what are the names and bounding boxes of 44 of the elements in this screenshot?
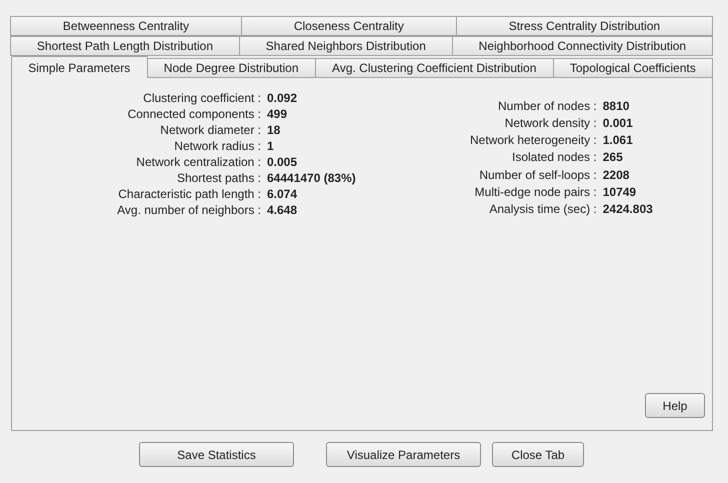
- statistic-value: 265: [602, 149, 624, 166]
- tab[interactable]: Node Degree Distribution: [146, 58, 316, 78]
- visualize-button[interactable]: Visualize Parameters: [326, 442, 481, 467]
- statistic-label: Number of self-loops :: [478, 166, 597, 184]
- statistic-value: 0.005: [267, 154, 298, 170]
- tab[interactable]: Shortest Path Length Distribution: [10, 36, 240, 56]
- help-button[interactable]: Help: [645, 393, 705, 418]
- tab[interactable]: Closeness Centrality: [240, 16, 457, 36]
- statistic-value: 2208: [602, 166, 630, 184]
- tab[interactable]: Stress Centrality Distribution: [456, 16, 713, 36]
- statistic-value: 4.648: [267, 202, 298, 218]
- statistic-value: 499: [267, 106, 288, 122]
- statistic-value: 10749: [602, 184, 638, 201]
- statistic-label: Characteristic path length :: [117, 186, 261, 202]
- tab[interactable]: Avg. Clustering Coefficient Distribution: [314, 58, 554, 78]
- statistic-label: Network heterogeneity :: [469, 132, 597, 150]
- statistic-label: Avg. number of neighbors :: [116, 202, 261, 218]
- statistic-value: 18: [267, 122, 282, 138]
- tab[interactable]: Betweenness Centrality: [10, 16, 242, 36]
- statistic-label: Network diameter :: [159, 122, 261, 138]
- statistic-label: Clustering coefficient :: [142, 90, 261, 106]
- statistic-value: 1.061: [602, 132, 634, 150]
- statistic-value: 0.092: [267, 90, 298, 106]
- tab[interactable]: Shared Neighbors Distribution: [238, 36, 453, 56]
- statistic-label: Network density :: [504, 115, 597, 132]
- statistic-value: 6.074: [267, 186, 298, 202]
- tab[interactable]: Simple Parameters: [11, 56, 148, 78]
- statistic-label: Analysis time (sec) :: [488, 200, 597, 218]
- statistic-value: 2424.803: [602, 200, 653, 218]
- statistic-label: Network radius :: [173, 138, 261, 154]
- statistic-value: 1: [267, 138, 275, 154]
- statistic-label: Multi-edge node pairs :: [474, 184, 597, 201]
- statistic-value: 0.001: [602, 115, 634, 132]
- save-button[interactable]: Save Statistics: [139, 442, 294, 467]
- tab[interactable]: Topological Coefficients: [552, 58, 713, 78]
- statistic-label: Number of nodes :: [497, 98, 597, 115]
- statistic-value: 64441470 (83%): [267, 170, 356, 186]
- statistic-label: Shortest paths :: [176, 170, 261, 186]
- close-tab-button[interactable]: Close Tab: [492, 442, 584, 467]
- statistic-label: Network centralization :: [135, 154, 261, 170]
- statistic-label: Connected components :: [126, 106, 261, 122]
- statistic-value: 8810: [602, 98, 630, 115]
- statistic-label: Isolated nodes :: [511, 149, 597, 166]
- tab[interactable]: Neighborhood Connectivity Distribution: [452, 36, 713, 56]
